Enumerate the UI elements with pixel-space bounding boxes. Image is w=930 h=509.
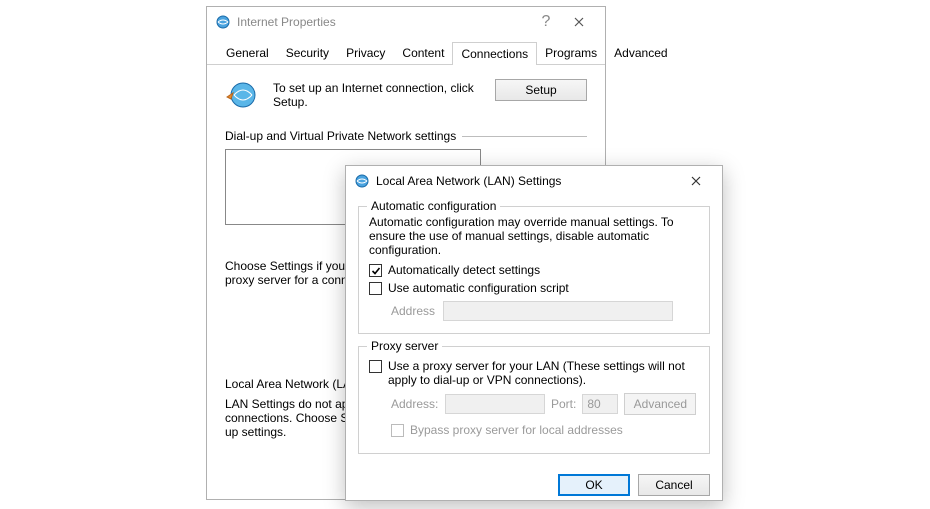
lan-settings-dialog: Local Area Network (LAN) Settings Automa… [345,165,723,501]
use-proxy-label: Use a proxy server for your LAN (These s… [388,359,699,387]
divider [462,136,587,137]
cancel-button[interactable]: Cancel [638,474,710,496]
use-script-checkbox[interactable] [369,282,382,295]
auto-config-group: Automatic configuration Automatic config… [358,206,710,334]
setup-button[interactable]: Setup [495,79,587,101]
proxy-address-label: Address: [391,397,439,411]
tab-content[interactable]: Content [393,41,453,64]
auto-config-note: Automatic configuration may override man… [369,215,699,257]
auto-detect-label: Automatically detect settings [388,263,540,277]
script-address-label: Address [391,304,435,318]
globe-icon [225,79,259,113]
tab-programs[interactable]: Programs [536,41,606,64]
proxy-group: Proxy server Use a proxy server for your… [358,346,710,454]
tab-connections[interactable]: Connections [452,42,537,65]
bypass-checkbox [391,424,404,437]
lan-window-title: Local Area Network (LAN) Settings [376,174,678,188]
dialup-label: Dial-up and Virtual Private Network sett… [225,129,456,143]
dialog-button-row: OK Cancel [346,466,722,506]
bypass-label: Bypass proxy server for local addresses [410,423,623,437]
use-script-label: Use automatic configuration script [388,281,569,295]
setup-text: To set up an Internet connection, click … [273,79,481,109]
lan-titlebar: Local Area Network (LAN) Settings [346,166,722,196]
auto-detect-checkbox[interactable] [369,264,382,277]
tab-general[interactable]: General [217,41,278,64]
auto-config-legend: Automatic configuration [367,199,500,213]
use-proxy-checkbox[interactable] [369,360,382,373]
tab-privacy[interactable]: Privacy [337,41,394,64]
help-button[interactable]: ? [531,13,561,31]
tab-advanced[interactable]: Advanced [605,41,676,64]
internet-options-icon [215,14,231,30]
close-button[interactable] [561,9,597,35]
proxy-legend: Proxy server [367,339,442,353]
window-title: Internet Properties [237,15,531,29]
script-address-input [443,301,673,321]
ok-button[interactable]: OK [558,474,630,496]
tab-security[interactable]: Security [277,41,338,64]
internet-options-icon [354,173,370,189]
proxy-advanced-button: Advanced [624,393,696,415]
titlebar: Internet Properties ? [207,7,605,37]
proxy-port-input [582,394,618,414]
proxy-address-input [445,394,545,414]
proxy-port-label: Port: [551,397,576,411]
lan-close-button[interactable] [678,168,714,194]
tabstrip: General Security Privacy Content Connect… [207,37,605,65]
